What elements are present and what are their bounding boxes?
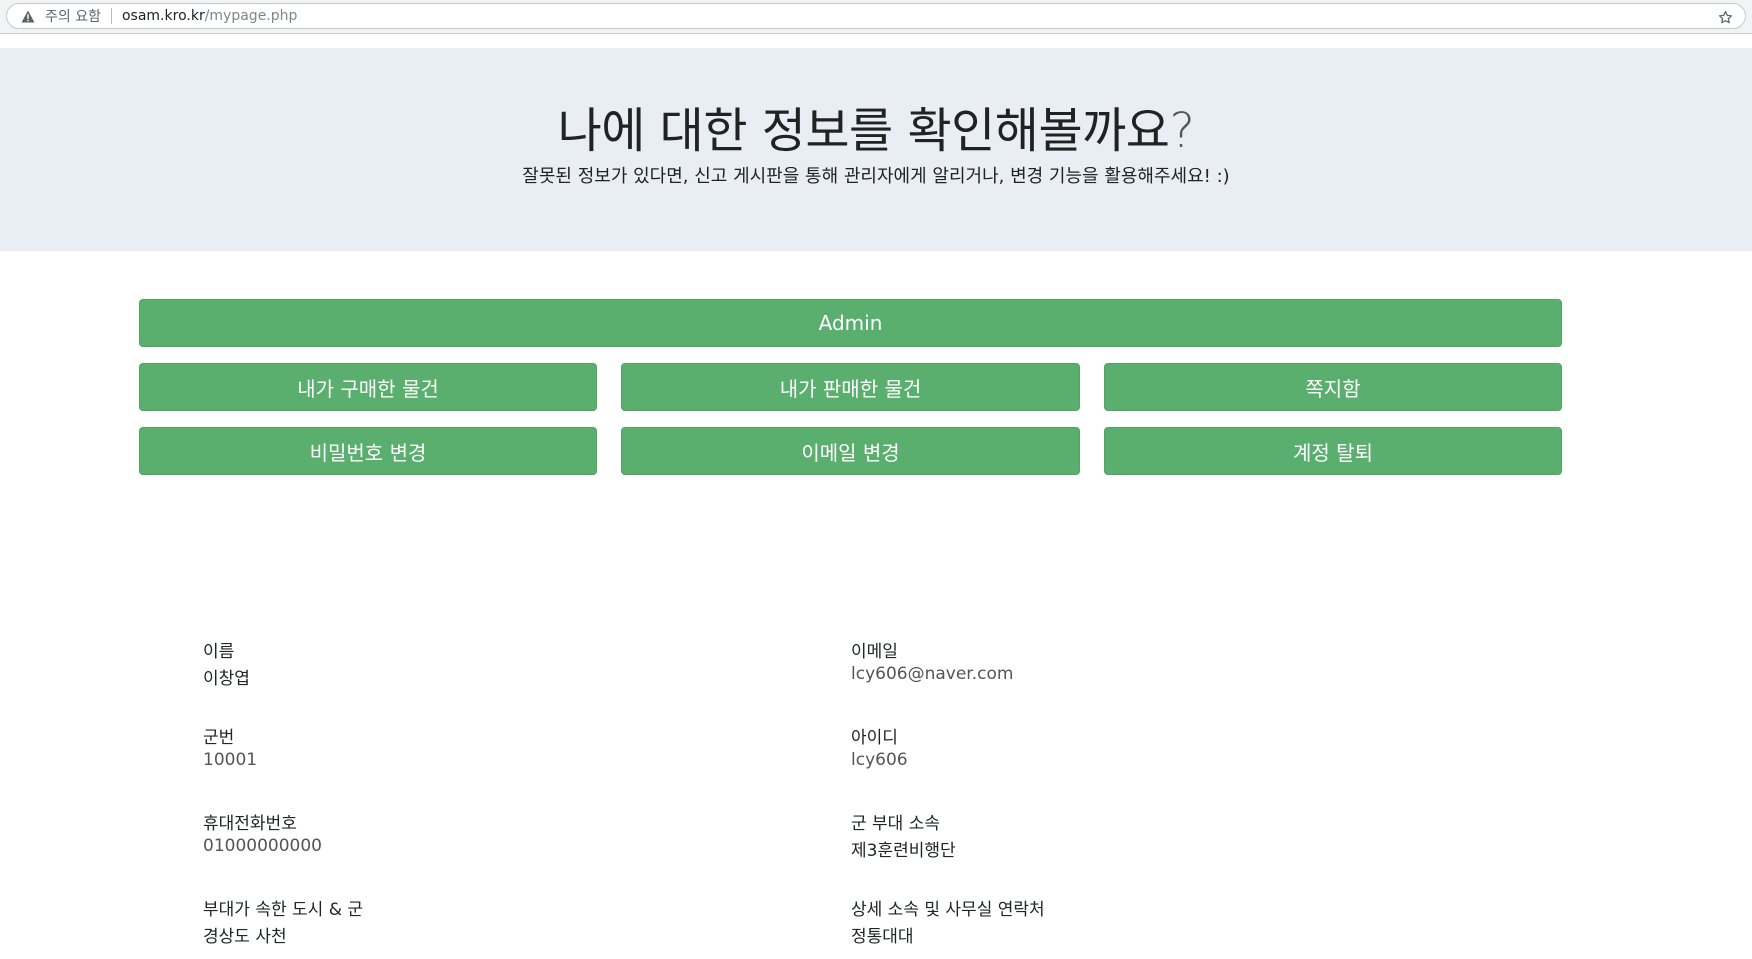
detail-label: 상세 소속 및 사무실 연락처 — [851, 900, 1045, 920]
url-host[interactable]: osam.kro.kr — [122, 8, 205, 24]
service-number-label: 군번 — [203, 728, 235, 748]
hero-banner: 나에 대한 정보를 확인해볼까요? 잘못된 정보가 있다면, 신고 게시판을 통… — [0, 48, 1752, 251]
delete-account-button[interactable]: 계정 탈퇴 — [1104, 427, 1562, 475]
warning-triangle-icon[interactable] — [19, 7, 37, 25]
email-value: lcy606@naver.com — [851, 664, 1014, 684]
admin-button[interactable]: Admin — [139, 299, 1562, 347]
page-title: 나에 대한 정보를 확인해볼까요? — [0, 91, 1752, 161]
purchased-items-button[interactable]: 내가 구매한 물건 — [139, 363, 597, 411]
name-value: 이창엽 — [203, 669, 250, 689]
user-id-value: lcy606 — [851, 750, 908, 770]
change-password-button[interactable]: 비밀번호 변경 — [139, 427, 597, 475]
address-divider — [110, 8, 112, 24]
unit-label: 군 부대 소속 — [851, 814, 941, 834]
address-bar[interactable]: 주의 요함 osam.kro.kr/mypage.php — [6, 3, 1746, 29]
unit-value: 제3훈련비행단 — [851, 841, 956, 861]
city-value: 경상도 사천 — [203, 927, 287, 947]
page-top-gap — [0, 34, 1752, 48]
security-status[interactable]: 주의 요함 — [45, 6, 101, 26]
user-id-label: 아이디 — [851, 728, 898, 748]
page-title-mark: ? — [1169, 103, 1195, 159]
page-title-text: 나에 대한 정보를 확인해볼까요 — [557, 103, 1170, 159]
email-label: 이메일 — [851, 642, 898, 662]
star-icon[interactable] — [1715, 7, 1735, 27]
inbox-button[interactable]: 쪽지함 — [1104, 363, 1562, 411]
browser-toolbar: 주의 요함 osam.kro.kr/mypage.php — [0, 0, 1752, 34]
name-label: 이름 — [203, 642, 235, 662]
change-email-button[interactable]: 이메일 변경 — [621, 427, 1080, 475]
url-path[interactable]: /mypage.php — [205, 8, 298, 24]
sold-items-button[interactable]: 내가 판매한 물건 — [621, 363, 1080, 411]
detail-value: 정통대대 — [851, 927, 914, 947]
city-label: 부대가 속한 도시 & 군 — [203, 900, 363, 920]
page-subtitle: 잘못된 정보가 있다면, 신고 게시판을 통해 관리자에게 알리거나, 변경 기… — [522, 166, 1230, 187]
phone-label: 휴대전화번호 — [203, 814, 297, 834]
phone-value: 01000000000 — [203, 836, 322, 856]
service-number-value: 10001 — [203, 750, 258, 770]
